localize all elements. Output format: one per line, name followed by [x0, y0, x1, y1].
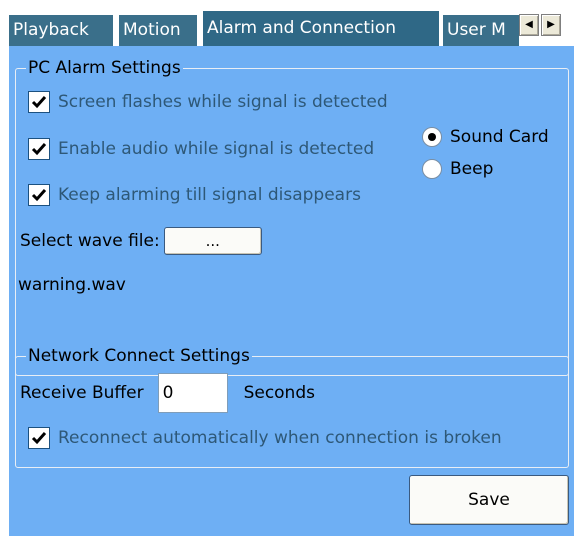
group-title: PC Alarm Settings: [26, 57, 183, 79]
tab-label: Motion: [123, 20, 181, 40]
beep-option[interactable]: Beep: [422, 159, 493, 179]
reconnect-option[interactable]: Reconnect automatically when connection …: [28, 427, 502, 449]
screen-flash-label: Screen flashes while signal is detected: [58, 92, 388, 112]
tab-playback[interactable]: Playback: [8, 14, 114, 46]
tab-alarm-and-connection[interactable]: Alarm and Connection: [202, 10, 440, 46]
sound-card-label: Sound Card: [450, 127, 549, 147]
network-connect-settings-group: Network Connect Settings Receive Buffer …: [15, 345, 569, 468]
group-title: Network Connect Settings: [26, 345, 252, 367]
seconds-label: Seconds: [243, 383, 315, 403]
keep-alarming-checkbox[interactable]: [28, 184, 50, 206]
receive-buffer-input[interactable]: [157, 373, 228, 413]
checkmark-icon: [31, 432, 47, 445]
keep-alarming-option[interactable]: Keep alarming till signal disappears: [28, 184, 361, 206]
screen-flash-checkbox[interactable]: [28, 91, 50, 113]
wave-file-name-text: warning.wav: [18, 275, 126, 295]
sound-card-option[interactable]: Sound Card: [422, 127, 549, 147]
beep-radio[interactable]: [422, 159, 442, 179]
tab-motion[interactable]: Motion: [118, 14, 198, 46]
pc-alarm-settings-group: PC Alarm Settings Screen flashes while s…: [15, 57, 569, 376]
tab-strip: Playback Motion Alarm and Connection Use…: [0, 0, 577, 46]
checkmark-icon: [31, 143, 47, 156]
receive-buffer-label: Receive Buffer: [20, 383, 144, 403]
beep-label: Beep: [450, 159, 494, 179]
arrow-right-icon: ▶: [547, 19, 555, 30]
checkmark-icon: [31, 96, 47, 109]
enable-audio-label: Enable audio while signal is detected: [58, 139, 375, 159]
browse-wave-file-button[interactable]: ...: [163, 227, 262, 255]
arrow-left-icon: ◀: [525, 19, 533, 30]
tab-scroll-right-button[interactable]: ▶: [541, 14, 561, 36]
tab-label: User M: [447, 20, 506, 40]
tab-user-management[interactable]: User M: [442, 14, 520, 46]
wave-file-label: Select wave file:: [20, 231, 160, 251]
wave-file-name: warning.wav: [18, 275, 126, 295]
checkmark-icon: [31, 189, 47, 202]
screen-flash-option[interactable]: Screen flashes while signal is detected: [28, 91, 388, 113]
radio-selected-dot: [428, 133, 436, 141]
receive-buffer-row: Receive Buffer Seconds: [20, 373, 315, 413]
sound-card-radio[interactable]: [422, 127, 442, 147]
enable-audio-option[interactable]: Enable audio while signal is detected: [28, 138, 374, 160]
keep-alarming-label: Keep alarming till signal disappears: [58, 185, 361, 205]
alarm-connection-panel: PC Alarm Settings Screen flashes while s…: [8, 46, 574, 536]
tab-scroll-left-button[interactable]: ◀: [519, 14, 539, 36]
wave-file-row: Select wave file: ...: [20, 227, 262, 255]
reconnect-label: Reconnect automatically when connection …: [58, 428, 502, 448]
save-button[interactable]: Save: [409, 475, 569, 525]
tab-label: Alarm and Connection: [207, 18, 397, 38]
reconnect-checkbox[interactable]: [28, 427, 50, 449]
enable-audio-checkbox[interactable]: [28, 138, 50, 160]
tab-label: Playback: [13, 20, 89, 40]
